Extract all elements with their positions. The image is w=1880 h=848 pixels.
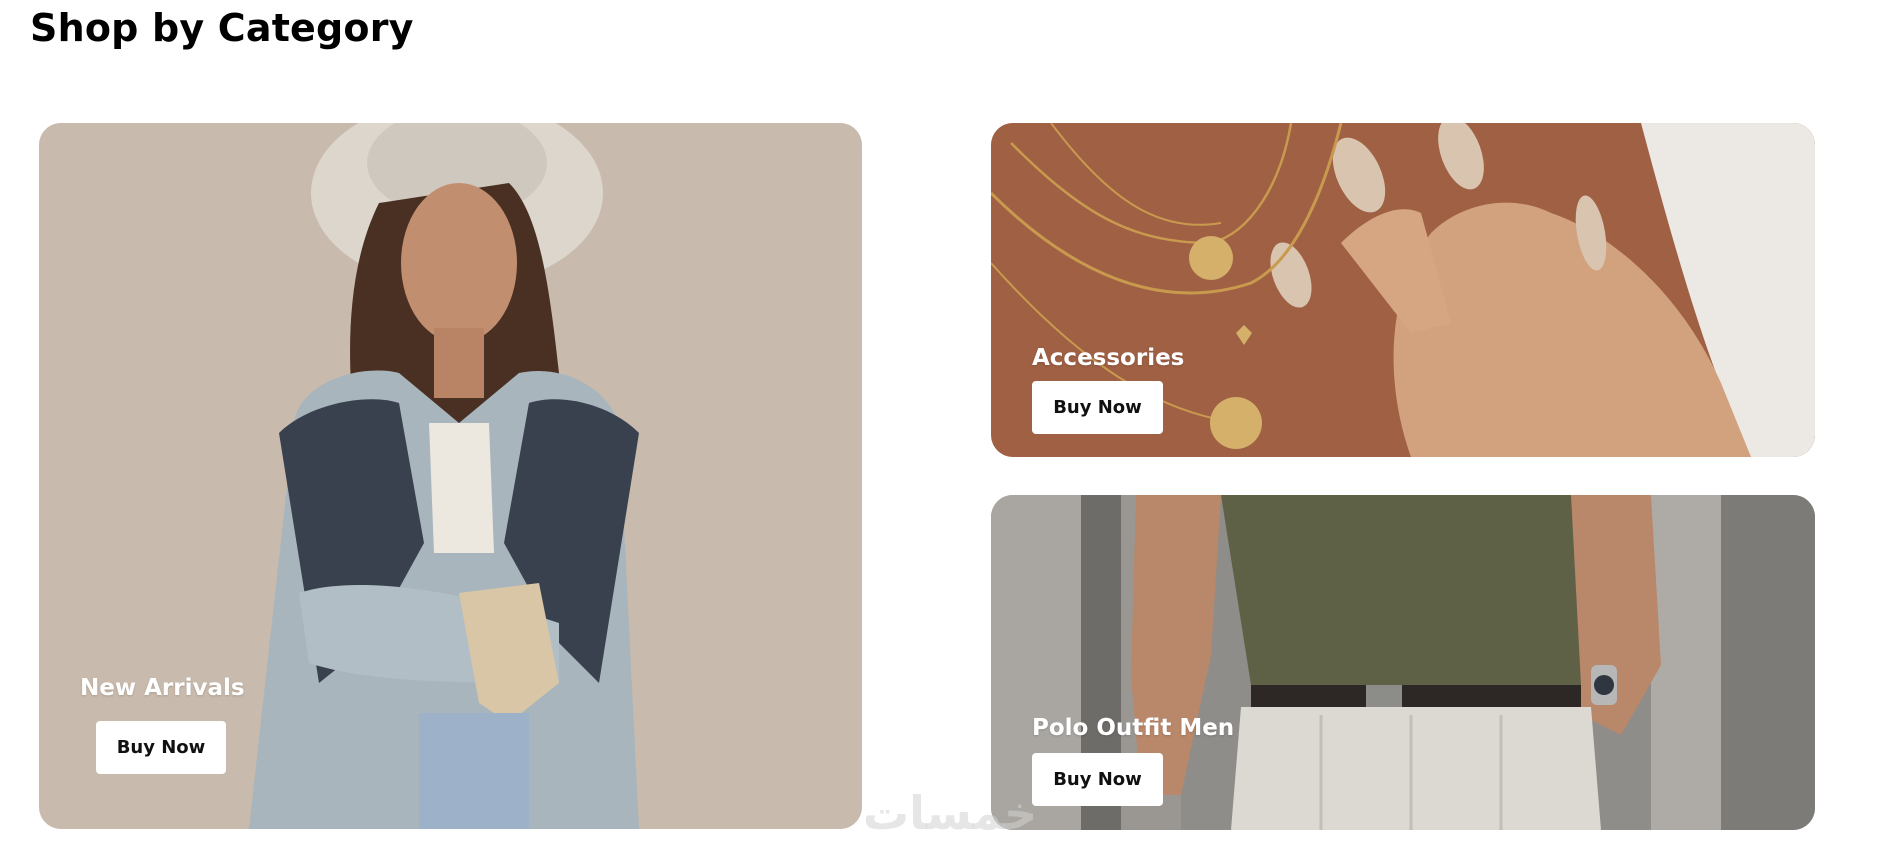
category-title-polo-outfit-men: Polo Outfit Men	[1032, 715, 1235, 741]
category-title-accessories: Accessories	[1032, 345, 1185, 371]
category-card-new-arrivals[interactable]: New Arrivals Buy Now	[39, 123, 862, 829]
buy-now-button-accessories[interactable]: Buy Now	[1032, 381, 1163, 434]
buy-now-button-new-arrivals[interactable]: Buy Now	[96, 721, 226, 774]
category-title-new-arrivals: New Arrivals	[80, 675, 245, 701]
category-card-accessories[interactable]: Accessories Buy Now	[991, 123, 1815, 457]
category-card-polo-outfit-men[interactable]: Polo Outfit Men Buy Now	[991, 495, 1815, 830]
page-title: Shop by Category	[30, 6, 414, 50]
watermark-logo: خمسات	[862, 786, 1038, 840]
